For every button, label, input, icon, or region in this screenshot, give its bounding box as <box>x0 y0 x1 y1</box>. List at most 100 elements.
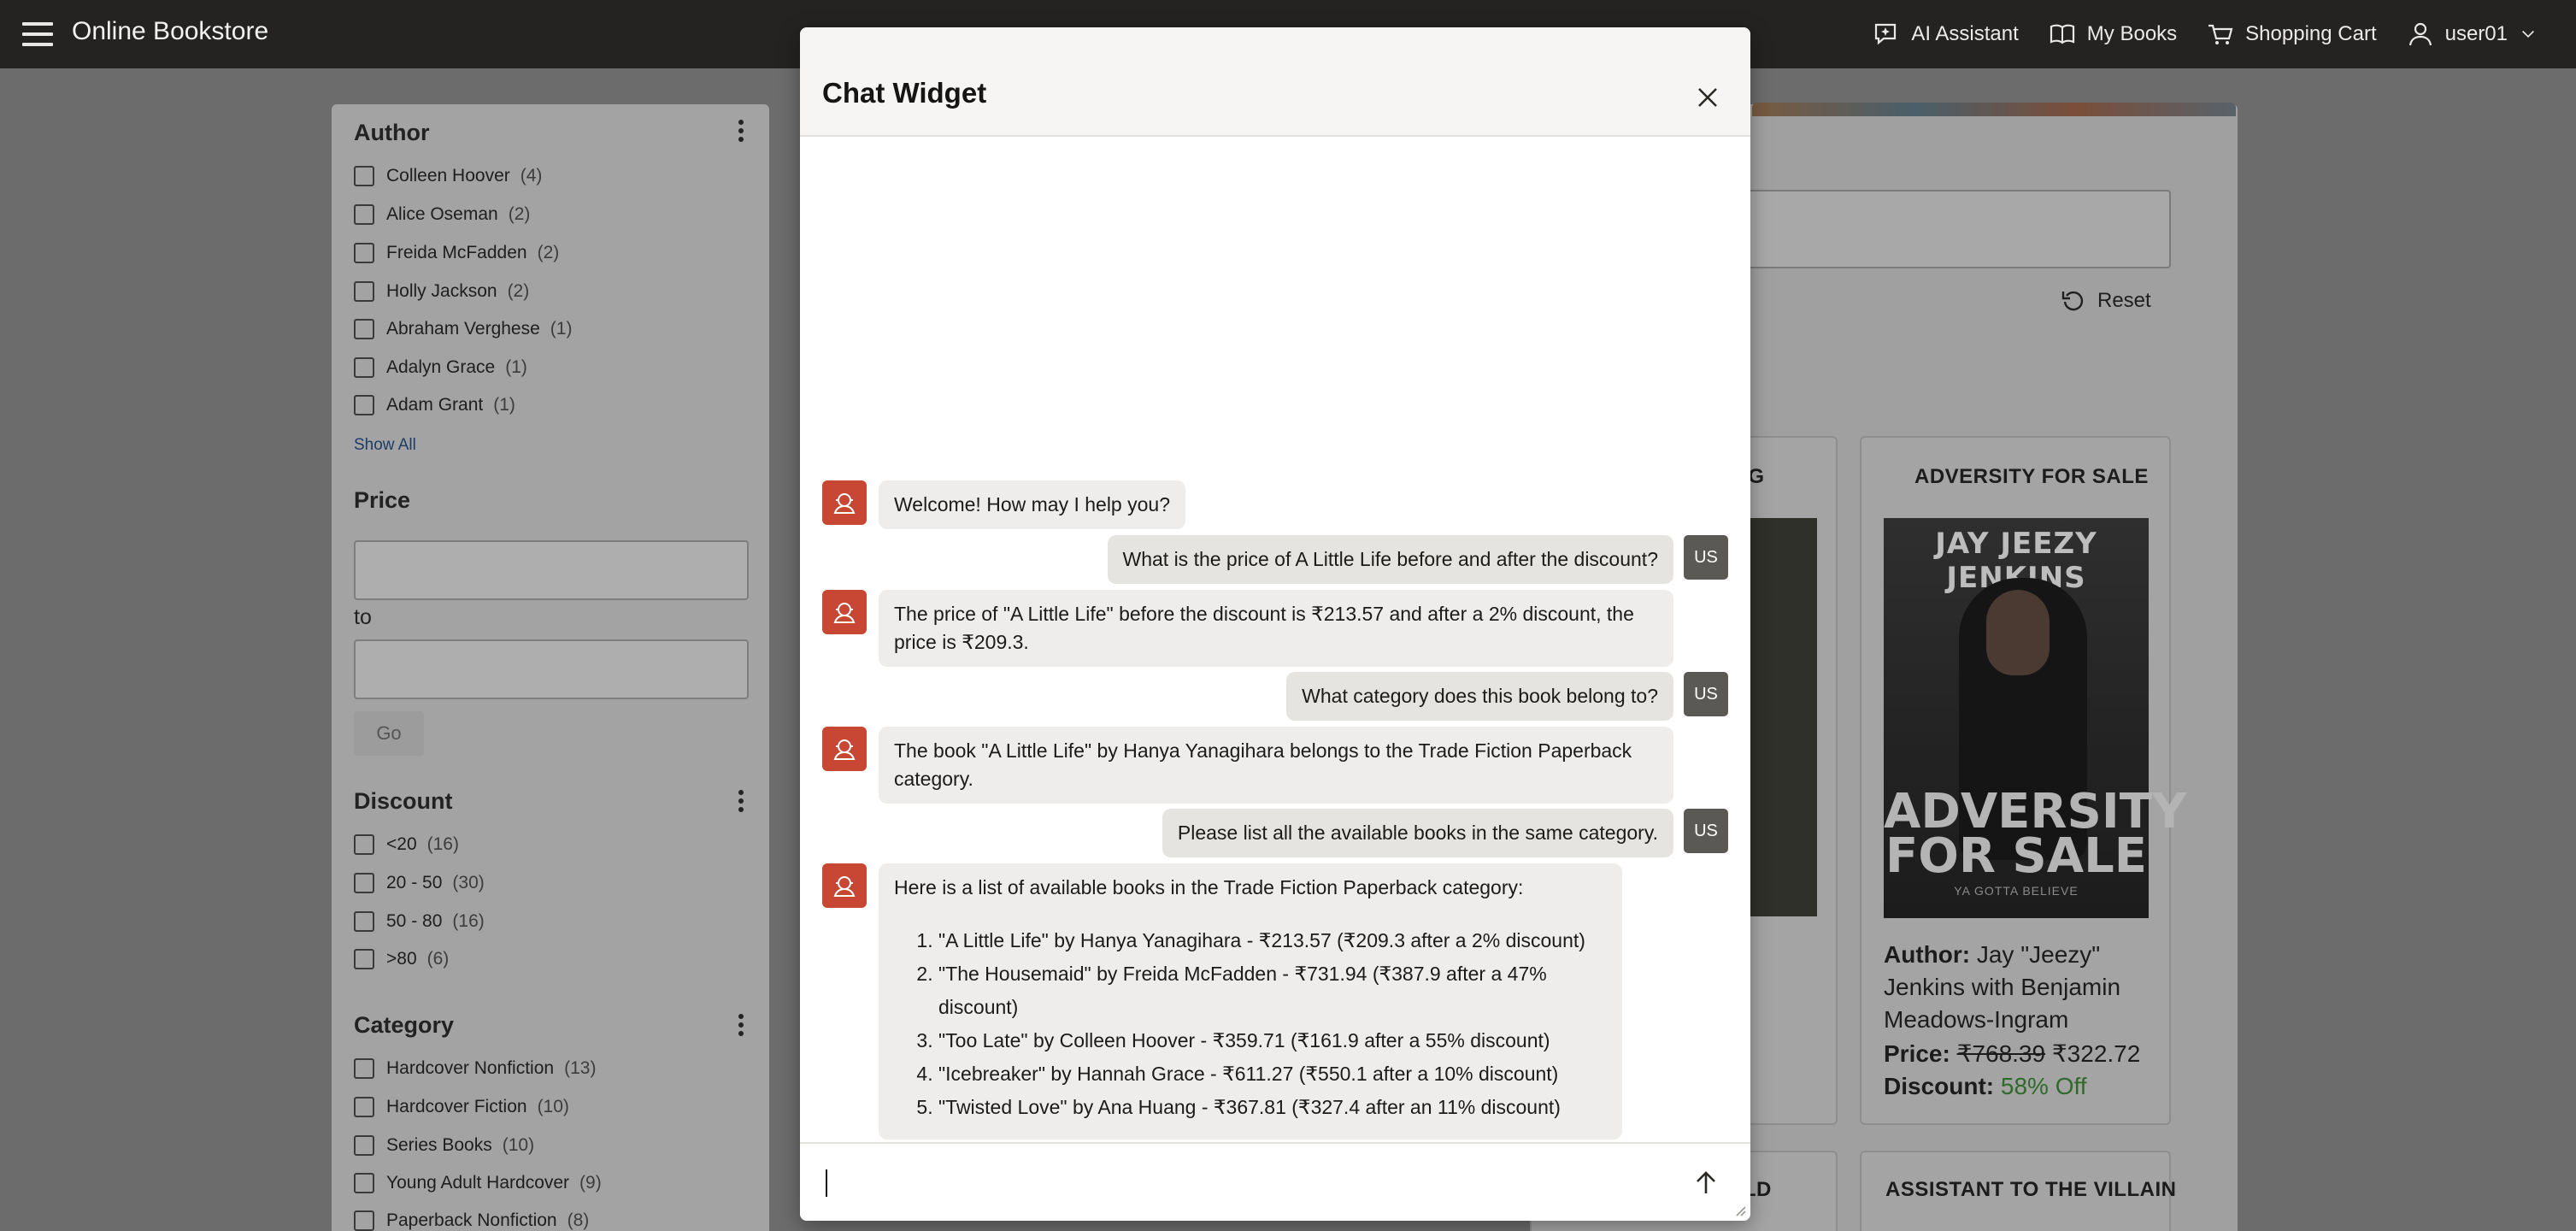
facet-option-label: Adalyn Grace <box>386 357 496 377</box>
list-item: "Too Late" by Colleen Hoover - ₹359.71 (… <box>938 1024 1607 1057</box>
checkbox[interactable] <box>354 204 374 225</box>
facet-author-option[interactable]: Holly Jackson (2) <box>354 281 529 302</box>
facet-option-count: (4) <box>520 166 543 186</box>
facet-author-option[interactable]: Colleen Hoover (4) <box>354 166 542 186</box>
nav-user-menu[interactable]: user01 <box>2406 20 2538 49</box>
book-cover-image[interactable]: JAY JEEZY JENKINS ADVERSITY FOR SALE YA … <box>1884 518 2186 918</box>
bot-message-text: Here is a list of available books in the… <box>894 876 1524 898</box>
book-card-author: Author: Jay "Jeezy" Jenkins with Benjami… <box>1884 939 2140 1036</box>
facets-panel: Author Colleen Hoover (4) Alice Oseman (2)… <box>332 104 769 1231</box>
user-badge: US <box>1684 535 1728 580</box>
cover-tagline-text: YA GOTTA BELIEVE <box>1954 884 2079 898</box>
facet-author-option[interactable]: Adalyn Grace (1) <box>354 357 527 378</box>
facet-option-label: Adam Grant <box>386 395 484 415</box>
chat-composer <box>800 1142 1750 1221</box>
checkbox[interactable] <box>354 1173 374 1193</box>
bot-message: Welcome! How may I help you? <box>879 480 1185 529</box>
reset-button[interactable]: Reset <box>2060 287 2151 315</box>
checkbox[interactable] <box>354 357 374 378</box>
facet-option-count: (10) <box>502 1135 535 1155</box>
list-item: "Icebreaker" by Hannah Grace - ₹611.27 (… <box>938 1057 1607 1091</box>
facet-option-label: 50 - 80 <box>386 911 443 931</box>
bot-avatar <box>822 863 867 908</box>
facet-option-label: Holly Jackson <box>386 281 497 301</box>
facet-category-option[interactable]: Hardcover Fiction (10) <box>354 1097 569 1117</box>
close-icon[interactable] <box>1691 80 1725 115</box>
facet-option-label: Young Adult Hardcover <box>386 1173 570 1193</box>
nav-my-books[interactable]: My Books <box>2048 20 2177 49</box>
facet-author-option[interactable]: Alice Oseman (2) <box>354 204 530 225</box>
facet-option-label: Alice Oseman <box>386 204 498 224</box>
nav-ai-assistant-label: AI Assistant <box>1911 22 2019 45</box>
checkbox[interactable] <box>354 1210 374 1231</box>
facet-discount-title: Discount <box>354 788 453 814</box>
checkbox[interactable] <box>354 834 374 855</box>
facet-discount-menu-icon[interactable] <box>738 790 745 816</box>
send-arrow-icon[interactable] <box>1689 1166 1723 1200</box>
user-message: Please list all the available books in t… <box>1162 809 1673 857</box>
facet-author-title: Author <box>354 120 430 145</box>
search-input[interactable] <box>1735 190 2171 268</box>
facet-option-label: Hardcover Fiction <box>386 1097 527 1116</box>
nav-ai-assistant[interactable]: AI Assistant <box>1872 20 2019 49</box>
assistant-icon <box>833 603 856 623</box>
facet-category-option[interactable]: Paperback Nonfiction (8) <box>354 1210 589 1231</box>
facet-category-option[interactable]: Hardcover Nonfiction (13) <box>354 1058 596 1079</box>
top-nav: AI Assistant My Books Shopping Cart user… <box>1872 0 2538 68</box>
facet-author-option[interactable]: Abraham Verghese (1) <box>354 319 572 339</box>
cart-icon <box>2208 24 2233 44</box>
facet-category-title: Category <box>354 1012 455 1038</box>
checkbox[interactable] <box>354 1135 374 1156</box>
price-min-input[interactable] <box>354 540 749 600</box>
facet-option-label: Abraham Verghese <box>386 319 540 339</box>
facet-option-count: (1) <box>550 319 573 339</box>
facet-discount-option[interactable]: >80 (6) <box>354 949 449 969</box>
hero-banner <box>1752 103 2236 116</box>
facet-author-menu-icon[interactable] <box>738 120 745 145</box>
resize-grip-icon[interactable] <box>1732 1202 1747 1217</box>
facet-option-label: <20 <box>386 834 417 854</box>
facet-option-count: (30) <box>452 873 485 892</box>
author-label: Author: <box>1884 941 1971 968</box>
facet-discount-option[interactable]: <20 (16) <box>354 834 459 855</box>
app-title[interactable]: Online Bookstore <box>72 17 268 46</box>
chat-dialog-header: Chat Widget <box>800 27 1750 137</box>
facet-discount-option[interactable]: 50 - 80 (16) <box>354 911 485 932</box>
checkbox[interactable] <box>354 281 374 302</box>
facet-option-label: >80 <box>386 949 417 969</box>
show-all-link[interactable]: Show All <box>354 436 416 455</box>
facet-option-label: Paperback Nonfiction <box>386 1210 557 1230</box>
checkbox[interactable] <box>354 911 374 932</box>
price-old: ₹768.39 <box>1956 1040 2046 1067</box>
price-go-button[interactable]: Go <box>354 711 424 756</box>
list-item: "A Little Life" by Hanya Yanagihara - ₹2… <box>938 924 1607 957</box>
checkbox[interactable] <box>354 1058 374 1079</box>
hamburger-menu-icon[interactable] <box>22 22 53 46</box>
assistant-icon <box>833 739 856 760</box>
checkbox[interactable] <box>354 319 374 339</box>
facet-option-count: (16) <box>452 911 485 931</box>
bot-avatar <box>822 480 867 525</box>
price-max-input[interactable] <box>354 639 749 699</box>
nav-shopping-cart-label: Shopping Cart <box>2245 22 2377 45</box>
facet-option-label: 20 - 50 <box>386 873 443 892</box>
book-cover-image[interactable] <box>1750 518 1817 916</box>
facet-category-option[interactable]: Young Adult Hardcover (9) <box>354 1173 602 1193</box>
checkbox[interactable] <box>354 395 374 415</box>
book-card-title: ADVERSITY FOR SALE <box>1914 465 2149 488</box>
chat-message-input[interactable] <box>824 1164 1644 1202</box>
facet-author-option[interactable]: Adam Grant (1) <box>354 395 515 415</box>
facet-discount-option[interactable]: 20 - 50 (30) <box>354 873 485 893</box>
checkbox[interactable] <box>354 166 374 186</box>
facet-option-count: (16) <box>426 834 459 854</box>
checkbox[interactable] <box>354 1097 374 1117</box>
facet-category-menu-icon[interactable] <box>738 1014 745 1040</box>
facet-author-option[interactable]: Freida McFadden (2) <box>354 243 559 263</box>
checkbox[interactable] <box>354 243 374 263</box>
checkbox[interactable] <box>354 949 374 969</box>
facet-category-option[interactable]: Series Books (10) <box>354 1135 534 1156</box>
nav-shopping-cart[interactable]: Shopping Cart <box>2206 20 2377 49</box>
facet-option-count: (13) <box>564 1058 597 1078</box>
checkbox[interactable] <box>354 873 374 893</box>
facet-option-label: Hardcover Nonfiction <box>386 1058 555 1078</box>
